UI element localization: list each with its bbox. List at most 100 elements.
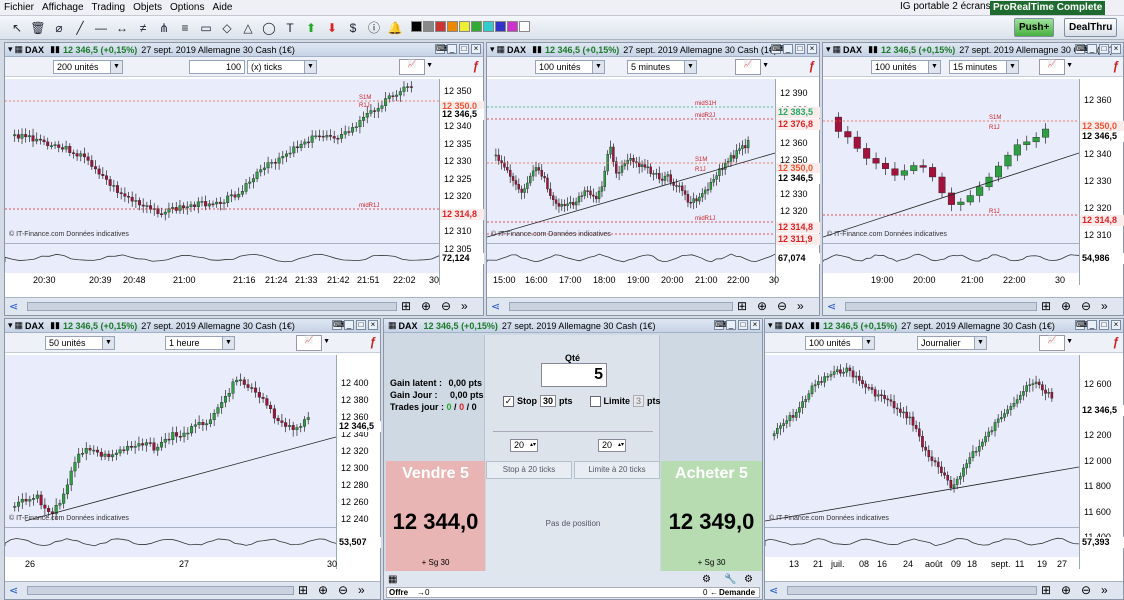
price-axis[interactable]: 12 60012 40012 20012 00011 80011 60011 4…: [1079, 355, 1124, 569]
line-icon[interactable]: ╱: [71, 19, 89, 37]
limite-value-input[interactable]: 3: [633, 395, 645, 407]
period-dropdown[interactable]: Journalier ▼: [917, 336, 987, 350]
scroll-right-icon[interactable]: »: [1101, 299, 1108, 313]
zoom-out-icon[interactable]: ⊖: [1081, 299, 1091, 313]
price-chart[interactable]: S1M R1J midR1J © IT-Finance.com Données ind…: [5, 79, 439, 243]
zoom-fit-icon[interactable]: ⊞: [298, 583, 308, 597]
zoom-in-icon[interactable]: ⊕: [1061, 299, 1071, 313]
buy-button[interactable]: Acheter 5 12 349,0 + Sg 30: [661, 461, 762, 571]
zoom-fit-icon[interactable]: ⊞: [401, 299, 411, 313]
time-axis[interactable]: 20:30 20:39 20:48 21:00 21:16 21:24 21:33 21:42…: [5, 273, 439, 287]
keyboard-icon[interactable]: ⌨: [714, 320, 727, 330]
scroll-right-icon[interactable]: »: [797, 299, 804, 313]
dropdown-icon[interactable]: ▾: [826, 44, 831, 55]
dropdown-icon[interactable]: ▾: [8, 44, 13, 55]
menu-options[interactable]: Options: [166, 2, 208, 13]
maximize-icon[interactable]: □: [459, 44, 469, 54]
chart-type-chevron-icon[interactable]: ▼: [1066, 62, 1073, 69]
limite-checkbox[interactable]: [589, 395, 601, 407]
dropdown-icon[interactable]: ▾: [490, 44, 495, 55]
maximize-icon[interactable]: □: [1099, 320, 1109, 330]
horizontal-scrollbar[interactable]: [27, 586, 294, 595]
zoom-in-icon[interactable]: ⊕: [1061, 583, 1071, 597]
maximize-icon[interactable]: □: [1099, 44, 1109, 54]
zoom-in-icon[interactable]: ⊕: [318, 583, 328, 597]
units-dropdown[interactable]: 50 unités ▼: [45, 336, 115, 350]
close-icon[interactable]: ×: [750, 320, 760, 330]
price-axis[interactable]: 12 400 12 380 12 360 12 340 12 320 12 300 12 2…: [336, 355, 381, 569]
price-chart[interactable]: midS1H midR2J S1M R1J midR1J © IT-Finance.com…: [487, 79, 775, 243]
units-dropdown[interactable]: 100 unités ▼: [805, 336, 875, 350]
zoom-in-icon[interactable]: ⊕: [421, 299, 431, 313]
oscillator-pane[interactable]: [5, 527, 336, 557]
units-dropdown[interactable]: 100 unités ▼: [871, 60, 941, 74]
chart-type-icon[interactable]: 📈: [1039, 59, 1065, 75]
close-icon[interactable]: ×: [807, 44, 817, 54]
dealthru-button[interactable]: DealThru: [1064, 18, 1118, 37]
time-axis[interactable]: 19:00 20:00 21:00 22:00 30: [823, 273, 1079, 287]
push-button[interactable]: Push+: [1014, 18, 1055, 37]
arrow-line-icon[interactable]: ↔: [113, 19, 131, 37]
zoom-fit-icon[interactable]: ⊞: [737, 299, 747, 313]
horizontal-scrollbar[interactable]: [27, 302, 397, 311]
count-input[interactable]: 100: [189, 60, 245, 74]
horizontal-scrollbar[interactable]: [509, 302, 733, 311]
maximize-icon[interactable]: □: [738, 320, 748, 330]
limite-ticks-stepper[interactable]: 20 ▴▾: [598, 439, 626, 452]
channel-icon[interactable]: ≠: [134, 19, 152, 37]
share-icon[interactable]: ⋖: [769, 584, 778, 597]
scroll-right-icon[interactable]: »: [1101, 583, 1108, 597]
share-icon[interactable]: ⋖: [827, 300, 836, 313]
share-icon[interactable]: ⋖: [9, 584, 18, 597]
close-icon[interactable]: ×: [368, 320, 378, 330]
scroll-right-icon[interactable]: »: [461, 299, 468, 313]
indicator-f-icon[interactable]: ƒ: [369, 335, 376, 349]
period-dropdown[interactable]: 5 minutes ▼: [627, 60, 697, 74]
fibonacci-icon[interactable]: ≡: [176, 19, 194, 37]
minimize-icon[interactable]: _: [447, 44, 457, 54]
oscillator-pane[interactable]: [487, 243, 775, 273]
dollar-icon[interactable]: $: [344, 19, 362, 37]
price-chart[interactable]: S1M R1J R1J © IT-Finance.com Données indica…: [823, 79, 1079, 243]
close-icon[interactable]: ×: [471, 44, 481, 54]
settings-icon[interactable]: ⚙: [744, 574, 753, 585]
eraser-icon[interactable]: ⌀: [50, 19, 68, 37]
sell-button[interactable]: Vendre 5 12 344,0 + Sg 30: [386, 461, 485, 571]
triangle-icon[interactable]: △: [239, 19, 257, 37]
trash-icon[interactable]: 🗑: [29, 19, 47, 37]
keyboard-icon[interactable]: ⌨: [1075, 320, 1088, 330]
close-icon[interactable]: ×: [1111, 44, 1121, 54]
minimize-icon[interactable]: _: [1087, 44, 1097, 54]
menu-fichier[interactable]: Fichier: [0, 2, 38, 13]
price-axis[interactable]: 12 35012 34512 34012 33512 33012 32512 3…: [439, 79, 484, 285]
limite-ticks-button[interactable]: Limite à 20 ticks: [574, 461, 660, 479]
buy-arrow-icon[interactable]: ⬆: [302, 19, 320, 37]
info-icon[interactable]: ⓘ: [365, 19, 383, 37]
chart-type-chevron-icon[interactable]: ▼: [762, 62, 769, 69]
chart-type-icon[interactable]: 📈: [735, 59, 761, 75]
menu-affichage[interactable]: Affichage: [38, 2, 88, 13]
maximize-icon[interactable]: □: [795, 44, 805, 54]
units-dropdown[interactable]: 200 unités ▼: [53, 60, 123, 74]
stop-value-input[interactable]: 30: [540, 395, 557, 407]
diamond-icon[interactable]: ◇: [218, 19, 236, 37]
alert-bell-icon[interactable]: 🔔: [386, 19, 404, 37]
price-axis[interactable]: 12 36012 35012 34012 33012 32012 31012 3…: [1079, 79, 1124, 285]
stop-checkbox[interactable]: ✓: [503, 395, 514, 407]
horizontal-scrollbar[interactable]: [845, 302, 1037, 311]
dropdown-icon[interactable]: ▾: [768, 320, 773, 331]
period-dropdown[interactable]: (x) ticks ▼: [247, 60, 317, 74]
share-icon[interactable]: ⋖: [491, 300, 500, 313]
sell-arrow-icon[interactable]: ⬇: [323, 19, 341, 37]
menu-aide[interactable]: Aide: [208, 2, 236, 13]
chart-settings-icon[interactable]: ⚙: [702, 574, 711, 585]
time-axis[interactable]: 13 21 juil. 08 16 24 août 09 18 sept. 11 19 27: [765, 557, 1079, 571]
keyboard-icon[interactable]: ⌨: [332, 320, 345, 330]
indicator-f-icon[interactable]: ƒ: [808, 59, 815, 73]
minimize-icon[interactable]: _: [1087, 320, 1097, 330]
period-dropdown[interactable]: 15 minutes ▼: [949, 60, 1019, 74]
minimize-icon[interactable]: _: [344, 320, 354, 330]
minimize-icon[interactable]: _: [783, 44, 793, 54]
time-axis[interactable]: 26 27 30: [5, 557, 337, 571]
indicator-f-icon[interactable]: ƒ: [1112, 335, 1119, 349]
